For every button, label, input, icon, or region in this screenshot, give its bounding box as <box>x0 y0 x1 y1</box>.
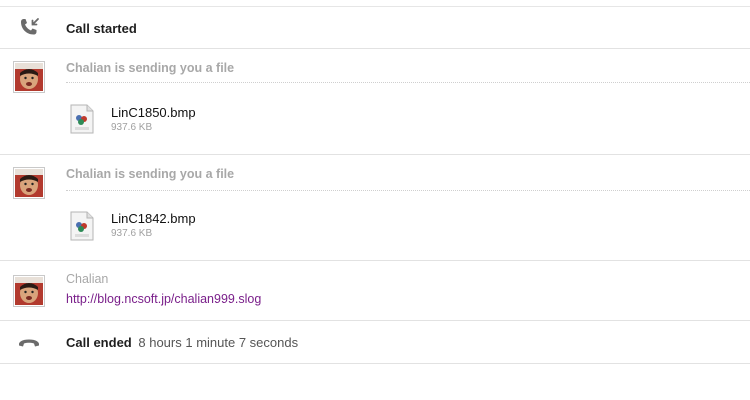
dotted-divider <box>66 190 750 191</box>
call-duration: 8 hours 1 minute 7 seconds <box>138 335 299 350</box>
avatar[interactable] <box>13 275 45 307</box>
file-name[interactable]: LinC1850.bmp <box>111 105 196 120</box>
call-started-label: Call started <box>66 21 137 36</box>
file-size: 937.6 KB <box>111 122 153 133</box>
call-ended-label: Call ended 8 hours 1 minute 7 seconds <box>66 335 298 350</box>
call-incoming-icon <box>17 16 41 40</box>
call-started-row: Call started <box>0 7 750 49</box>
sender-line: Chalian is sending you a file <box>66 167 235 181</box>
sender-line: Chalian is sending you a file <box>66 61 235 75</box>
message-link[interactable]: http://blog.ncsoft.jp/chalian999.slog <box>66 292 261 306</box>
bmp-file-icon[interactable] <box>70 211 94 241</box>
file-name[interactable]: LinC1842.bmp <box>111 211 196 226</box>
sender-name: Chalian <box>66 272 109 286</box>
dotted-divider <box>66 82 750 83</box>
avatar[interactable] <box>13 167 45 199</box>
call-ended-row: Call ended 8 hours 1 minute 7 seconds <box>0 321 750 364</box>
link-message: Chalian http://blog.ncsoft.jp/chalian999… <box>0 261 750 321</box>
call-ended-text: Call ended <box>66 335 132 350</box>
avatar[interactable] <box>13 61 45 93</box>
file-message: Chalian is sending you a file LinC1842.b… <box>0 155 750 261</box>
file-size: 937.6 KB <box>111 228 153 239</box>
bmp-file-icon[interactable] <box>70 104 94 134</box>
hang-up-icon <box>17 330 41 354</box>
file-message: Chalian is sending you a file LinC1850.b… <box>0 49 750 155</box>
